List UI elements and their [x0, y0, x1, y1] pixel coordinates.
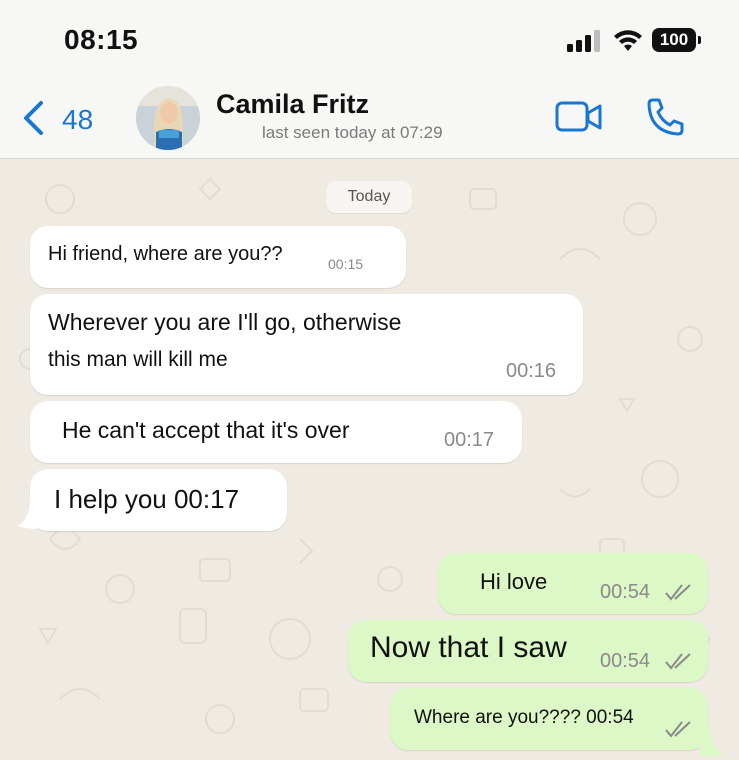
double-check-icon: [665, 653, 691, 670]
chat-header: 48 Camila Fritz last seen today at 07:29: [0, 78, 739, 159]
status-time: 08:15: [64, 24, 139, 55]
video-camera-icon: [555, 101, 602, 132]
message-time: 00:16: [506, 360, 557, 382]
message-bubble-outgoing[interactable]: Hi love 00:54: [438, 553, 708, 614]
message-text: He can't accept that it's over: [62, 417, 350, 443]
phone-icon: [647, 98, 684, 136]
bubble-tail-outgoing: [700, 728, 724, 757]
message-text: Where are you???? 00:54: [414, 707, 634, 728]
message-text-line-1: Wherever you are I'll go, otherwise: [48, 309, 402, 335]
voice-call-button[interactable]: [644, 96, 686, 138]
message-time: 00:15: [328, 256, 364, 272]
bubble-tail-incoming: [18, 500, 40, 529]
avatar-photo: [136, 86, 200, 150]
battery-level: 100: [652, 28, 696, 52]
message-text-line-2: this man will kill me: [48, 348, 228, 371]
video-call-button[interactable]: [554, 98, 604, 136]
back-button[interactable]: 48: [20, 98, 110, 138]
message-text: Hi friend, where are you??: [48, 243, 283, 265]
message-text: I help you 00:17: [54, 484, 240, 514]
double-check-icon: [665, 721, 691, 738]
message-time: 00:54: [600, 650, 651, 672]
last-seen-status: last seen today at 07:29: [262, 123, 443, 142]
contact-name[interactable]: Camila Fritz: [216, 89, 369, 120]
message-bubble-outgoing[interactable]: Now that I saw 00:54: [348, 620, 708, 682]
date-separator: Today: [326, 181, 412, 213]
message-text: Now that I saw: [370, 631, 567, 664]
message-time: 00:17: [444, 429, 495, 451]
battery-icon: 100: [652, 28, 702, 52]
message-text: Hi love: [480, 569, 548, 594]
signal-icon: [567, 30, 600, 52]
message-bubble-outgoing[interactable]: Where are you???? 00:54: [390, 688, 708, 750]
double-check-icon: [665, 584, 691, 601]
wifi-icon: [614, 30, 642, 51]
message-time: 00:54: [600, 581, 651, 603]
chat-area[interactable]: Today Hi friend, where are you?? 00:15 W…: [0, 159, 739, 760]
status-bar: 08:15 100: [0, 0, 739, 78]
message-bubble-incoming[interactable]: He can't accept that it's over 00:17: [30, 401, 522, 463]
chevron-left-icon: [24, 101, 43, 135]
message-bubble-incoming[interactable]: Hi friend, where are you?? 00:15: [30, 226, 406, 288]
message-bubble-incoming[interactable]: Wherever you are I'll go, otherwise this…: [30, 294, 583, 395]
unread-count: 48: [62, 104, 94, 135]
message-bubble-incoming[interactable]: I help you 00:17: [30, 469, 287, 531]
avatar[interactable]: [136, 86, 200, 150]
